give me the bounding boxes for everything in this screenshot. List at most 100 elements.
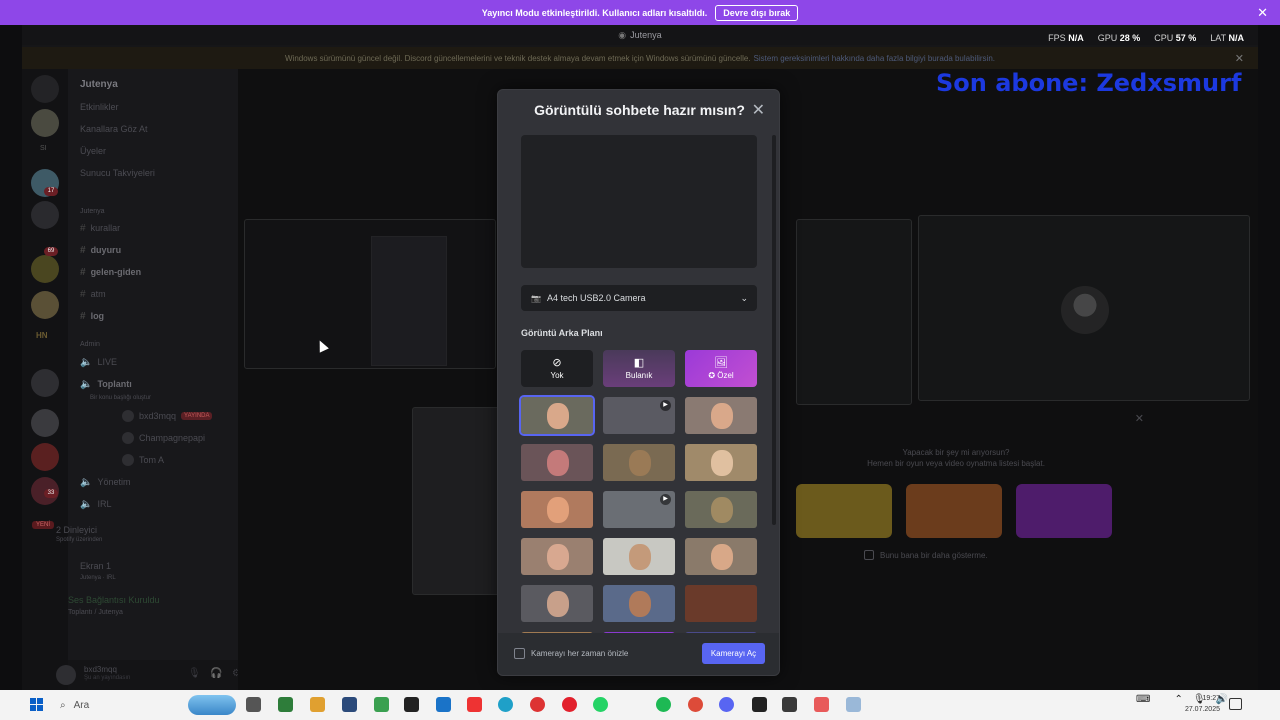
- server-icon[interactable]: [31, 291, 59, 319]
- voice-user[interactable]: bxd3mqq YAYINDA: [122, 409, 213, 423]
- always-preview-toggle[interactable]: Kamerayı her zaman önizle: [514, 648, 628, 659]
- taskbar-clock[interactable]: 19:27 27.07.2025: [1185, 693, 1220, 715]
- server-folder-label: SI: [40, 145, 47, 152]
- close-icon[interactable]: ✕: [752, 100, 765, 120]
- background-thumbnail[interactable]: ▶: [603, 397, 675, 434]
- background-thumbnail[interactable]: [685, 444, 757, 481]
- activity-card[interactable]: [1016, 484, 1112, 538]
- windows-start-icon[interactable]: [30, 698, 43, 711]
- notice-close-icon[interactable]: ✕: [1235, 52, 1244, 65]
- activity-card[interactable]: [796, 484, 892, 538]
- channel-gelen-giden[interactable]: # gelen-giden: [80, 265, 141, 279]
- modal-scrollbar[interactable]: [772, 135, 776, 525]
- listening-subtitle: Spotify üzerinden: [56, 537, 103, 543]
- chevron-up-icon[interactable]: ⌃: [1174, 694, 1182, 705]
- app-icon[interactable]: [814, 697, 829, 712]
- background-thumbnail[interactable]: [603, 585, 675, 622]
- participant-tile[interactable]: [412, 407, 502, 595]
- app-icon[interactable]: [278, 697, 293, 712]
- notification-icon[interactable]: [1229, 698, 1242, 710]
- yandex-icon[interactable]: [467, 697, 482, 712]
- participant-tile[interactable]: [918, 215, 1250, 401]
- voice-channel-live[interactable]: 🔈 LIVE: [80, 355, 117, 369]
- server-name[interactable]: Jutenya: [80, 77, 118, 91]
- app-icon[interactable]: [782, 697, 797, 712]
- discord-icon[interactable]: [719, 697, 734, 712]
- background-thumbnail[interactable]: [685, 585, 757, 622]
- disable-streamer-mode-button[interactable]: Devre dışı bırak: [715, 4, 799, 21]
- stream-overlay-last-subscriber: Son abone: Zedxsmurf: [936, 69, 1242, 97]
- home-icon[interactable]: [31, 75, 59, 103]
- checkbox[interactable]: [864, 550, 874, 560]
- background-thumbnail[interactable]: [685, 491, 757, 528]
- app-icon[interactable]: [752, 697, 767, 712]
- background-thumbnail[interactable]: [603, 538, 675, 575]
- keyboard-icon[interactable]: ⌨: [1136, 694, 1150, 705]
- camera-select[interactable]: 📷 A4 tech USB2.0 Camera ⌄: [521, 285, 757, 311]
- turn-on-camera-button[interactable]: Kamerayı Aç: [702, 643, 765, 664]
- background-blur-option[interactable]: ◧ Bulanık: [603, 350, 675, 387]
- headphones-icon[interactable]: 🎧: [210, 668, 222, 679]
- server-icon[interactable]: [31, 369, 59, 397]
- background-thumbnail[interactable]: ▶: [603, 491, 675, 528]
- sidebar-item-browse-channels[interactable]: Kanallara Göz At: [80, 122, 148, 136]
- server-icon[interactable]: [31, 443, 59, 471]
- sidebar-item-boosts[interactable]: Sunucu Takviyeleri: [80, 166, 155, 180]
- category-admin[interactable]: Admin: [80, 337, 100, 351]
- camera-modal: Görüntülü sohbete hazır mısın? ✕ 📷 A4 te…: [497, 89, 780, 676]
- background-thumbnail[interactable]: [521, 491, 593, 528]
- voice-user[interactable]: Champagnepapi: [122, 431, 205, 445]
- sidebar-item-events[interactable]: Etkinlikler: [80, 100, 119, 114]
- dont-show-again[interactable]: Bunu bana bir daha gösterme.: [864, 550, 988, 560]
- spotify-icon[interactable]: [656, 697, 671, 712]
- channel-kurallar[interactable]: # kurallar: [80, 221, 120, 235]
- voice-user[interactable]: Tom A: [122, 453, 164, 467]
- close-icon[interactable]: ✕: [1257, 5, 1268, 21]
- screen-share-tile[interactable]: [244, 219, 496, 369]
- taskbar-search[interactable]: ⌕ Ara: [54, 695, 182, 715]
- voice-channel-yonetim[interactable]: 🔈 Yönetim: [80, 475, 130, 489]
- app-icon[interactable]: [374, 697, 389, 712]
- background-thumbnail[interactable]: [685, 538, 757, 575]
- chrome-icon[interactable]: [688, 697, 703, 712]
- channel-duyuru[interactable]: # duyuru: [80, 243, 121, 257]
- outlook-icon[interactable]: [436, 697, 451, 712]
- camera-select-value: A4 tech USB2.0 Camera: [546, 293, 646, 303]
- opera-icon[interactable]: [562, 697, 577, 712]
- camera-icon: 📷: [531, 293, 541, 303]
- sidebar-item-members[interactable]: Üyeler: [80, 144, 106, 158]
- background-custom-option[interactable]: 🖼 ✪ Özel: [685, 350, 757, 387]
- background-thumbnail[interactable]: [521, 538, 593, 575]
- voice-channel-toplanti[interactable]: 🔈 Toplantı: [80, 377, 132, 391]
- category-jutenya[interactable]: Jutenya: [80, 204, 105, 218]
- voice-channel-irl[interactable]: 🔈 IRL: [80, 497, 111, 511]
- app-icon[interactable]: [846, 697, 861, 712]
- microphone-icon[interactable]: 🎙: [188, 668, 201, 679]
- background-thumbnail[interactable]: [603, 444, 675, 481]
- channel-atm[interactable]: # atm: [80, 287, 106, 301]
- activity-card[interactable]: [906, 484, 1002, 538]
- channel-log[interactable]: # log: [80, 309, 104, 323]
- background-thumbnail[interactable]: [521, 585, 593, 622]
- task-view-icon[interactable]: [246, 697, 261, 712]
- app-icon[interactable]: [530, 697, 545, 712]
- edge-icon[interactable]: [498, 697, 513, 712]
- search-highlight-badge[interactable]: [188, 695, 236, 715]
- background-thumbnail[interactable]: [685, 397, 757, 434]
- avatar[interactable]: [56, 665, 76, 685]
- server-icon[interactable]: [31, 109, 59, 137]
- activity-close-icon[interactable]: ✕: [1135, 412, 1144, 425]
- participant-tile[interactable]: [796, 219, 912, 405]
- app-icon[interactable]: [342, 697, 357, 712]
- server-icon[interactable]: [31, 255, 59, 283]
- server-icon[interactable]: [31, 201, 59, 229]
- terminal-icon[interactable]: [404, 697, 419, 712]
- background-thumbnail[interactable]: [521, 444, 593, 481]
- whatsapp-icon[interactable]: [593, 697, 608, 712]
- checkbox[interactable]: [514, 648, 525, 659]
- notice-link[interactable]: Sistem gereksinimleri hakkında daha fazl…: [754, 54, 995, 63]
- server-icon[interactable]: [31, 409, 59, 437]
- background-none-option[interactable]: ⊘ Yok: [521, 350, 593, 387]
- app-icon[interactable]: [310, 697, 325, 712]
- background-thumbnail[interactable]: [519, 395, 595, 436]
